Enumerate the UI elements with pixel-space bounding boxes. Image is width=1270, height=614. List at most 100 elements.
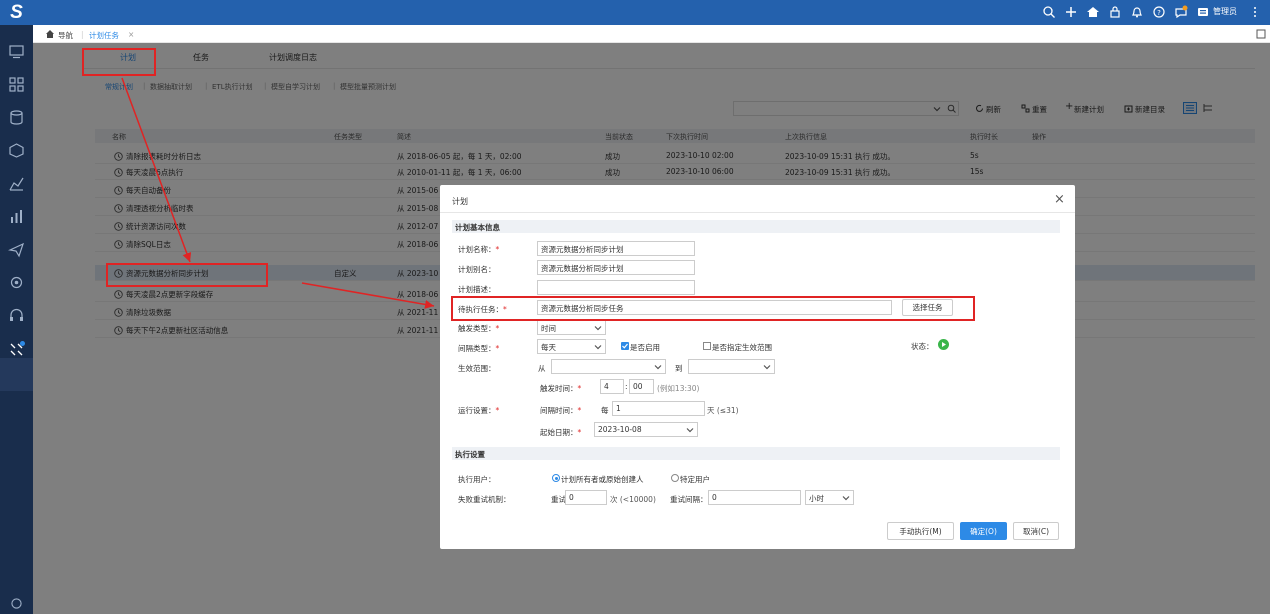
trigger-type-select[interactable]: 时间: [537, 320, 606, 335]
required-mark: *: [577, 428, 582, 437]
run-settings-label-text: 运行设置：: [458, 406, 496, 415]
trigger-type-label: 触发类型：*: [458, 323, 499, 334]
user-name[interactable]: 管理员: [1213, 6, 1237, 17]
required-mark: *: [495, 344, 500, 353]
run-settings-label: 运行设置：*: [458, 405, 499, 416]
state-label: 状态：: [911, 342, 934, 351]
plus-icon[interactable]: [1064, 5, 1078, 19]
lock-icon[interactable]: [1108, 5, 1122, 19]
cube-icon[interactable]: [8, 142, 25, 159]
help-circle-icon: [11, 598, 22, 609]
send-icon[interactable]: [8, 241, 25, 258]
monitor-icon[interactable]: [8, 43, 25, 60]
time-colon: :: [625, 382, 628, 391]
chevron-down-icon: [594, 345, 602, 350]
sidebar: [0, 25, 33, 614]
plan-alias-label: 计划别名：: [458, 265, 496, 274]
required-mark: *: [495, 324, 500, 333]
svg-text:?: ?: [1157, 9, 1161, 17]
trigger-time-label: 触发时间：*: [540, 383, 581, 394]
breadcrumb-sep: |: [81, 30, 84, 39]
chevron-down-icon: [594, 326, 602, 331]
home-nav-icon[interactable]: [45, 29, 55, 39]
exec-user-specific-label[interactable]: 特定用户: [680, 474, 710, 485]
play-status-icon[interactable]: [938, 339, 949, 350]
bar-chart-icon[interactable]: [8, 208, 25, 225]
retry-interval-input[interactable]: 0: [708, 490, 801, 505]
dialog-close-icon[interactable]: ×: [1054, 192, 1065, 207]
to-label: 到: [675, 364, 683, 373]
app-logo[interactable]: S: [0, 0, 33, 25]
every-label: 每: [601, 406, 609, 415]
annotation-box-selected-row: [106, 263, 268, 287]
from-label: 从: [538, 364, 546, 373]
radio-owner[interactable]: [552, 474, 560, 482]
bell-icon[interactable]: [1130, 5, 1144, 19]
start-date-label-text: 起始日期：: [540, 428, 578, 437]
plan-name-input[interactable]: 资源元数据分析同步计划: [537, 241, 695, 256]
home-icon[interactable]: [1086, 5, 1100, 19]
range-to-select[interactable]: [688, 359, 775, 374]
plan-desc-input[interactable]: [537, 280, 695, 295]
retry-interval-unit-value: 小时: [809, 494, 824, 503]
interval-time-label: 间隔时间：*: [540, 405, 581, 416]
interval-type-value: 每天: [541, 343, 556, 352]
time-hint: (例如13:30): [657, 384, 700, 393]
more-vertical-icon[interactable]: [1248, 5, 1262, 19]
chevron-down-icon: [842, 496, 850, 501]
breadcrumb-home[interactable]: 导航: [58, 30, 73, 41]
radio-specific-user[interactable]: [671, 474, 679, 482]
range-from-select[interactable]: [551, 359, 666, 374]
day-hint: 天 (≤31): [707, 406, 739, 415]
dialog-title: 计划: [452, 197, 468, 206]
plan-desc-label: 计划描述：: [458, 285, 496, 294]
grid-icon[interactable]: [8, 76, 25, 93]
ok-button[interactable]: 确定(O): [960, 522, 1007, 540]
enabled-label[interactable]: 是否启用: [630, 342, 660, 353]
minute-input[interactable]: 00: [629, 379, 654, 394]
required-mark: *: [577, 384, 582, 393]
retry-label: 失败重试机制：: [458, 495, 511, 504]
start-date-select[interactable]: 2023-10-08: [594, 422, 698, 437]
maximize-icon[interactable]: [1256, 29, 1266, 39]
retry-count-input[interactable]: 0: [565, 490, 607, 505]
interval-type-label-text: 间隔类型：: [458, 344, 496, 353]
enabled-checkbox[interactable]: [621, 342, 629, 350]
chevron-down-icon: [763, 365, 771, 370]
chevron-down-icon: [654, 365, 662, 370]
chart-area-icon[interactable]: [8, 175, 25, 192]
headset-icon[interactable]: [8, 307, 25, 324]
search-icon[interactable]: [1042, 5, 1056, 19]
sidebar-help[interactable]: [0, 598, 33, 610]
section-exec-settings: 执行设置: [452, 447, 1060, 460]
manual-run-button[interactable]: 手动执行(M): [887, 522, 954, 540]
cancel-button[interactable]: 取消(C): [1013, 522, 1059, 540]
database-icon[interactable]: [8, 109, 25, 126]
exec-user-label: 执行用户：: [458, 475, 496, 484]
tab-plan-tasks[interactable]: 计划任务: [89, 30, 119, 41]
retry-interval-unit-select[interactable]: 小时: [805, 490, 854, 505]
interval-type-select[interactable]: 每天: [537, 339, 606, 354]
annotation-box-task-field: [451, 296, 975, 321]
help-icon[interactable]: ?: [1152, 5, 1166, 19]
avatar-icon[interactable]: [1196, 5, 1210, 19]
plan-name-label: 计划名称：*: [458, 244, 499, 255]
specify-range-label[interactable]: 是否指定生效范围: [712, 342, 772, 353]
trigger-time-label-text: 触发时间：: [540, 384, 578, 393]
message-icon[interactable]: [1174, 5, 1188, 19]
retry-unit: 次 (<10000): [610, 495, 656, 504]
tools-icon[interactable]: [8, 274, 25, 291]
required-mark: *: [495, 245, 500, 254]
retry-interval-label: 重试间隔：: [670, 495, 708, 504]
exec-user-owner-label[interactable]: 计划所有者或原始创建人: [561, 474, 644, 485]
schedule-icon[interactable]: [8, 341, 25, 358]
plan-alias-input[interactable]: 资源元数据分析同步计划: [537, 260, 695, 275]
plan-name-label-text: 计划名称：: [458, 245, 496, 254]
trigger-type-label-text: 触发类型：: [458, 324, 496, 333]
hour-input[interactable]: 4: [600, 379, 624, 394]
interval-input[interactable]: 1: [612, 401, 705, 416]
tab-close-icon[interactable]: ×: [128, 30, 134, 39]
check-icon: [622, 343, 628, 349]
start-date-label: 起始日期：*: [540, 427, 581, 438]
specify-range-checkbox[interactable]: [703, 342, 711, 350]
